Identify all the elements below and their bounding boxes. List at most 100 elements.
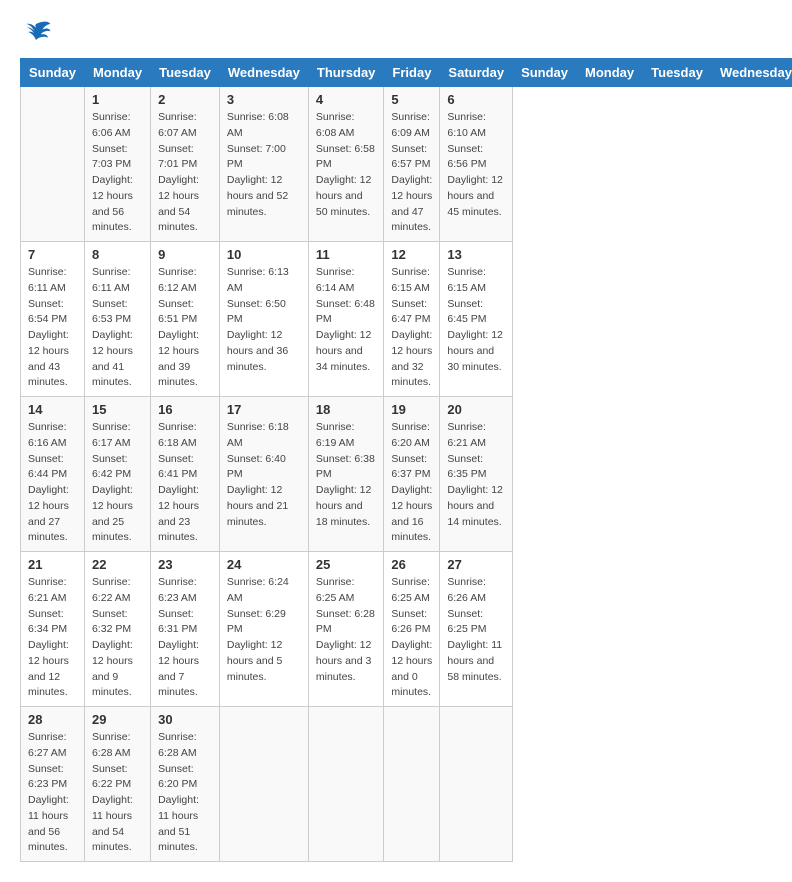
calendar-week-row: 28 Sunrise: 6:27 AM Sunset: 6:23 PM Dayl… bbox=[21, 707, 792, 862]
calendar-week-row: 21 Sunrise: 6:21 AM Sunset: 6:34 PM Dayl… bbox=[21, 552, 792, 707]
calendar-cell: 18 Sunrise: 6:19 AM Sunset: 6:38 PM Dayl… bbox=[308, 397, 384, 552]
day-number: 17 bbox=[227, 402, 301, 417]
calendar-cell: 7 Sunrise: 6:11 AM Sunset: 6:54 PM Dayli… bbox=[21, 242, 85, 397]
calendar-cell bbox=[308, 707, 384, 862]
day-info: Sunrise: 6:25 AM Sunset: 6:28 PM Dayligh… bbox=[316, 575, 377, 685]
day-info: Sunrise: 6:22 AM Sunset: 6:32 PM Dayligh… bbox=[92, 575, 143, 701]
day-number: 2 bbox=[158, 92, 212, 107]
header-cell-sunday: Sunday bbox=[21, 59, 85, 87]
calendar-cell: 3 Sunrise: 6:08 AM Sunset: 7:00 PM Dayli… bbox=[219, 87, 308, 242]
day-info: Sunrise: 6:24 AM Sunset: 6:29 PM Dayligh… bbox=[227, 575, 301, 685]
calendar-week-row: 1 Sunrise: 6:06 AM Sunset: 7:03 PM Dayli… bbox=[21, 87, 792, 242]
header-cell-tuesday: Tuesday bbox=[151, 59, 220, 87]
calendar-cell: 12 Sunrise: 6:15 AM Sunset: 6:47 PM Dayl… bbox=[384, 242, 440, 397]
day-number: 10 bbox=[227, 247, 301, 262]
day-info: Sunrise: 6:26 AM Sunset: 6:25 PM Dayligh… bbox=[447, 575, 505, 685]
calendar-cell: 25 Sunrise: 6:25 AM Sunset: 6:28 PM Dayl… bbox=[308, 552, 384, 707]
day-info: Sunrise: 6:18 AM Sunset: 6:41 PM Dayligh… bbox=[158, 420, 212, 546]
day-number: 20 bbox=[447, 402, 505, 417]
day-number: 7 bbox=[28, 247, 77, 262]
calendar-cell: 13 Sunrise: 6:15 AM Sunset: 6:45 PM Dayl… bbox=[440, 242, 513, 397]
calendar-cell: 28 Sunrise: 6:27 AM Sunset: 6:23 PM Dayl… bbox=[21, 707, 85, 862]
calendar-cell: 5 Sunrise: 6:09 AM Sunset: 6:57 PM Dayli… bbox=[384, 87, 440, 242]
day-info: Sunrise: 6:15 AM Sunset: 6:45 PM Dayligh… bbox=[447, 265, 505, 375]
day-number: 29 bbox=[92, 712, 143, 727]
calendar-cell: 6 Sunrise: 6:10 AM Sunset: 6:56 PM Dayli… bbox=[440, 87, 513, 242]
day-number: 4 bbox=[316, 92, 377, 107]
day-number: 23 bbox=[158, 557, 212, 572]
day-number: 8 bbox=[92, 247, 143, 262]
day-number: 16 bbox=[158, 402, 212, 417]
day-info: Sunrise: 6:08 AM Sunset: 6:58 PM Dayligh… bbox=[316, 110, 377, 220]
calendar-cell: 11 Sunrise: 6:14 AM Sunset: 6:48 PM Dayl… bbox=[308, 242, 384, 397]
day-number: 28 bbox=[28, 712, 77, 727]
header-cell-sunday: Sunday bbox=[513, 59, 577, 87]
day-number: 13 bbox=[447, 247, 505, 262]
logo-bird-icon bbox=[20, 20, 52, 48]
calendar-week-row: 7 Sunrise: 6:11 AM Sunset: 6:54 PM Dayli… bbox=[21, 242, 792, 397]
day-info: Sunrise: 6:28 AM Sunset: 6:22 PM Dayligh… bbox=[92, 730, 143, 856]
day-number: 27 bbox=[447, 557, 505, 572]
calendar-cell: 24 Sunrise: 6:24 AM Sunset: 6:29 PM Dayl… bbox=[219, 552, 308, 707]
day-number: 6 bbox=[447, 92, 505, 107]
day-info: Sunrise: 6:09 AM Sunset: 6:57 PM Dayligh… bbox=[391, 110, 432, 236]
day-number: 9 bbox=[158, 247, 212, 262]
day-number: 21 bbox=[28, 557, 77, 572]
day-info: Sunrise: 6:18 AM Sunset: 6:40 PM Dayligh… bbox=[227, 420, 301, 530]
calendar-cell: 19 Sunrise: 6:20 AM Sunset: 6:37 PM Dayl… bbox=[384, 397, 440, 552]
logo bbox=[20, 20, 56, 48]
day-info: Sunrise: 6:21 AM Sunset: 6:35 PM Dayligh… bbox=[447, 420, 505, 530]
day-number: 15 bbox=[92, 402, 143, 417]
day-info: Sunrise: 6:08 AM Sunset: 7:00 PM Dayligh… bbox=[227, 110, 301, 220]
day-number: 12 bbox=[391, 247, 432, 262]
calendar-cell: 20 Sunrise: 6:21 AM Sunset: 6:35 PM Dayl… bbox=[440, 397, 513, 552]
day-number: 25 bbox=[316, 557, 377, 572]
day-number: 18 bbox=[316, 402, 377, 417]
day-info: Sunrise: 6:23 AM Sunset: 6:31 PM Dayligh… bbox=[158, 575, 212, 701]
calendar-cell bbox=[21, 87, 85, 242]
calendar-cell bbox=[384, 707, 440, 862]
day-number: 30 bbox=[158, 712, 212, 727]
header-cell-wednesday: Wednesday bbox=[219, 59, 308, 87]
calendar-cell: 2 Sunrise: 6:07 AM Sunset: 7:01 PM Dayli… bbox=[151, 87, 220, 242]
calendar-week-row: 14 Sunrise: 6:16 AM Sunset: 6:44 PM Dayl… bbox=[21, 397, 792, 552]
header-cell-monday: Monday bbox=[84, 59, 150, 87]
day-info: Sunrise: 6:10 AM Sunset: 6:56 PM Dayligh… bbox=[447, 110, 505, 220]
calendar-cell bbox=[440, 707, 513, 862]
header-cell-saturday: Saturday bbox=[440, 59, 513, 87]
day-info: Sunrise: 6:07 AM Sunset: 7:01 PM Dayligh… bbox=[158, 110, 212, 236]
day-info: Sunrise: 6:11 AM Sunset: 6:53 PM Dayligh… bbox=[92, 265, 143, 391]
header-cell-tuesday: Tuesday bbox=[643, 59, 712, 87]
calendar-cell: 14 Sunrise: 6:16 AM Sunset: 6:44 PM Dayl… bbox=[21, 397, 85, 552]
calendar-cell: 23 Sunrise: 6:23 AM Sunset: 6:31 PM Dayl… bbox=[151, 552, 220, 707]
day-info: Sunrise: 6:16 AM Sunset: 6:44 PM Dayligh… bbox=[28, 420, 77, 546]
day-info: Sunrise: 6:27 AM Sunset: 6:23 PM Dayligh… bbox=[28, 730, 77, 856]
day-info: Sunrise: 6:28 AM Sunset: 6:20 PM Dayligh… bbox=[158, 730, 212, 856]
calendar-cell: 8 Sunrise: 6:11 AM Sunset: 6:53 PM Dayli… bbox=[84, 242, 150, 397]
calendar-cell: 10 Sunrise: 6:13 AM Sunset: 6:50 PM Dayl… bbox=[219, 242, 308, 397]
day-number: 1 bbox=[92, 92, 143, 107]
calendar-table: SundayMondayTuesdayWednesdayThursdayFrid… bbox=[20, 58, 792, 862]
day-info: Sunrise: 6:25 AM Sunset: 6:26 PM Dayligh… bbox=[391, 575, 432, 701]
calendar-cell: 15 Sunrise: 6:17 AM Sunset: 6:42 PM Dayl… bbox=[84, 397, 150, 552]
calendar-cell bbox=[219, 707, 308, 862]
day-number: 14 bbox=[28, 402, 77, 417]
calendar-cell: 26 Sunrise: 6:25 AM Sunset: 6:26 PM Dayl… bbox=[384, 552, 440, 707]
day-number: 26 bbox=[391, 557, 432, 572]
header-cell-wednesday: Wednesday bbox=[711, 59, 792, 87]
calendar-cell: 21 Sunrise: 6:21 AM Sunset: 6:34 PM Dayl… bbox=[21, 552, 85, 707]
day-info: Sunrise: 6:20 AM Sunset: 6:37 PM Dayligh… bbox=[391, 420, 432, 546]
day-info: Sunrise: 6:11 AM Sunset: 6:54 PM Dayligh… bbox=[28, 265, 77, 391]
day-number: 11 bbox=[316, 247, 377, 262]
day-info: Sunrise: 6:14 AM Sunset: 6:48 PM Dayligh… bbox=[316, 265, 377, 375]
calendar-cell: 4 Sunrise: 6:08 AM Sunset: 6:58 PM Dayli… bbox=[308, 87, 384, 242]
calendar-cell: 22 Sunrise: 6:22 AM Sunset: 6:32 PM Dayl… bbox=[84, 552, 150, 707]
day-info: Sunrise: 6:19 AM Sunset: 6:38 PM Dayligh… bbox=[316, 420, 377, 530]
day-info: Sunrise: 6:17 AM Sunset: 6:42 PM Dayligh… bbox=[92, 420, 143, 546]
day-number: 19 bbox=[391, 402, 432, 417]
day-number: 22 bbox=[92, 557, 143, 572]
calendar-cell: 9 Sunrise: 6:12 AM Sunset: 6:51 PM Dayli… bbox=[151, 242, 220, 397]
calendar-cell: 17 Sunrise: 6:18 AM Sunset: 6:40 PM Dayl… bbox=[219, 397, 308, 552]
header-cell-friday: Friday bbox=[384, 59, 440, 87]
day-info: Sunrise: 6:21 AM Sunset: 6:34 PM Dayligh… bbox=[28, 575, 77, 701]
